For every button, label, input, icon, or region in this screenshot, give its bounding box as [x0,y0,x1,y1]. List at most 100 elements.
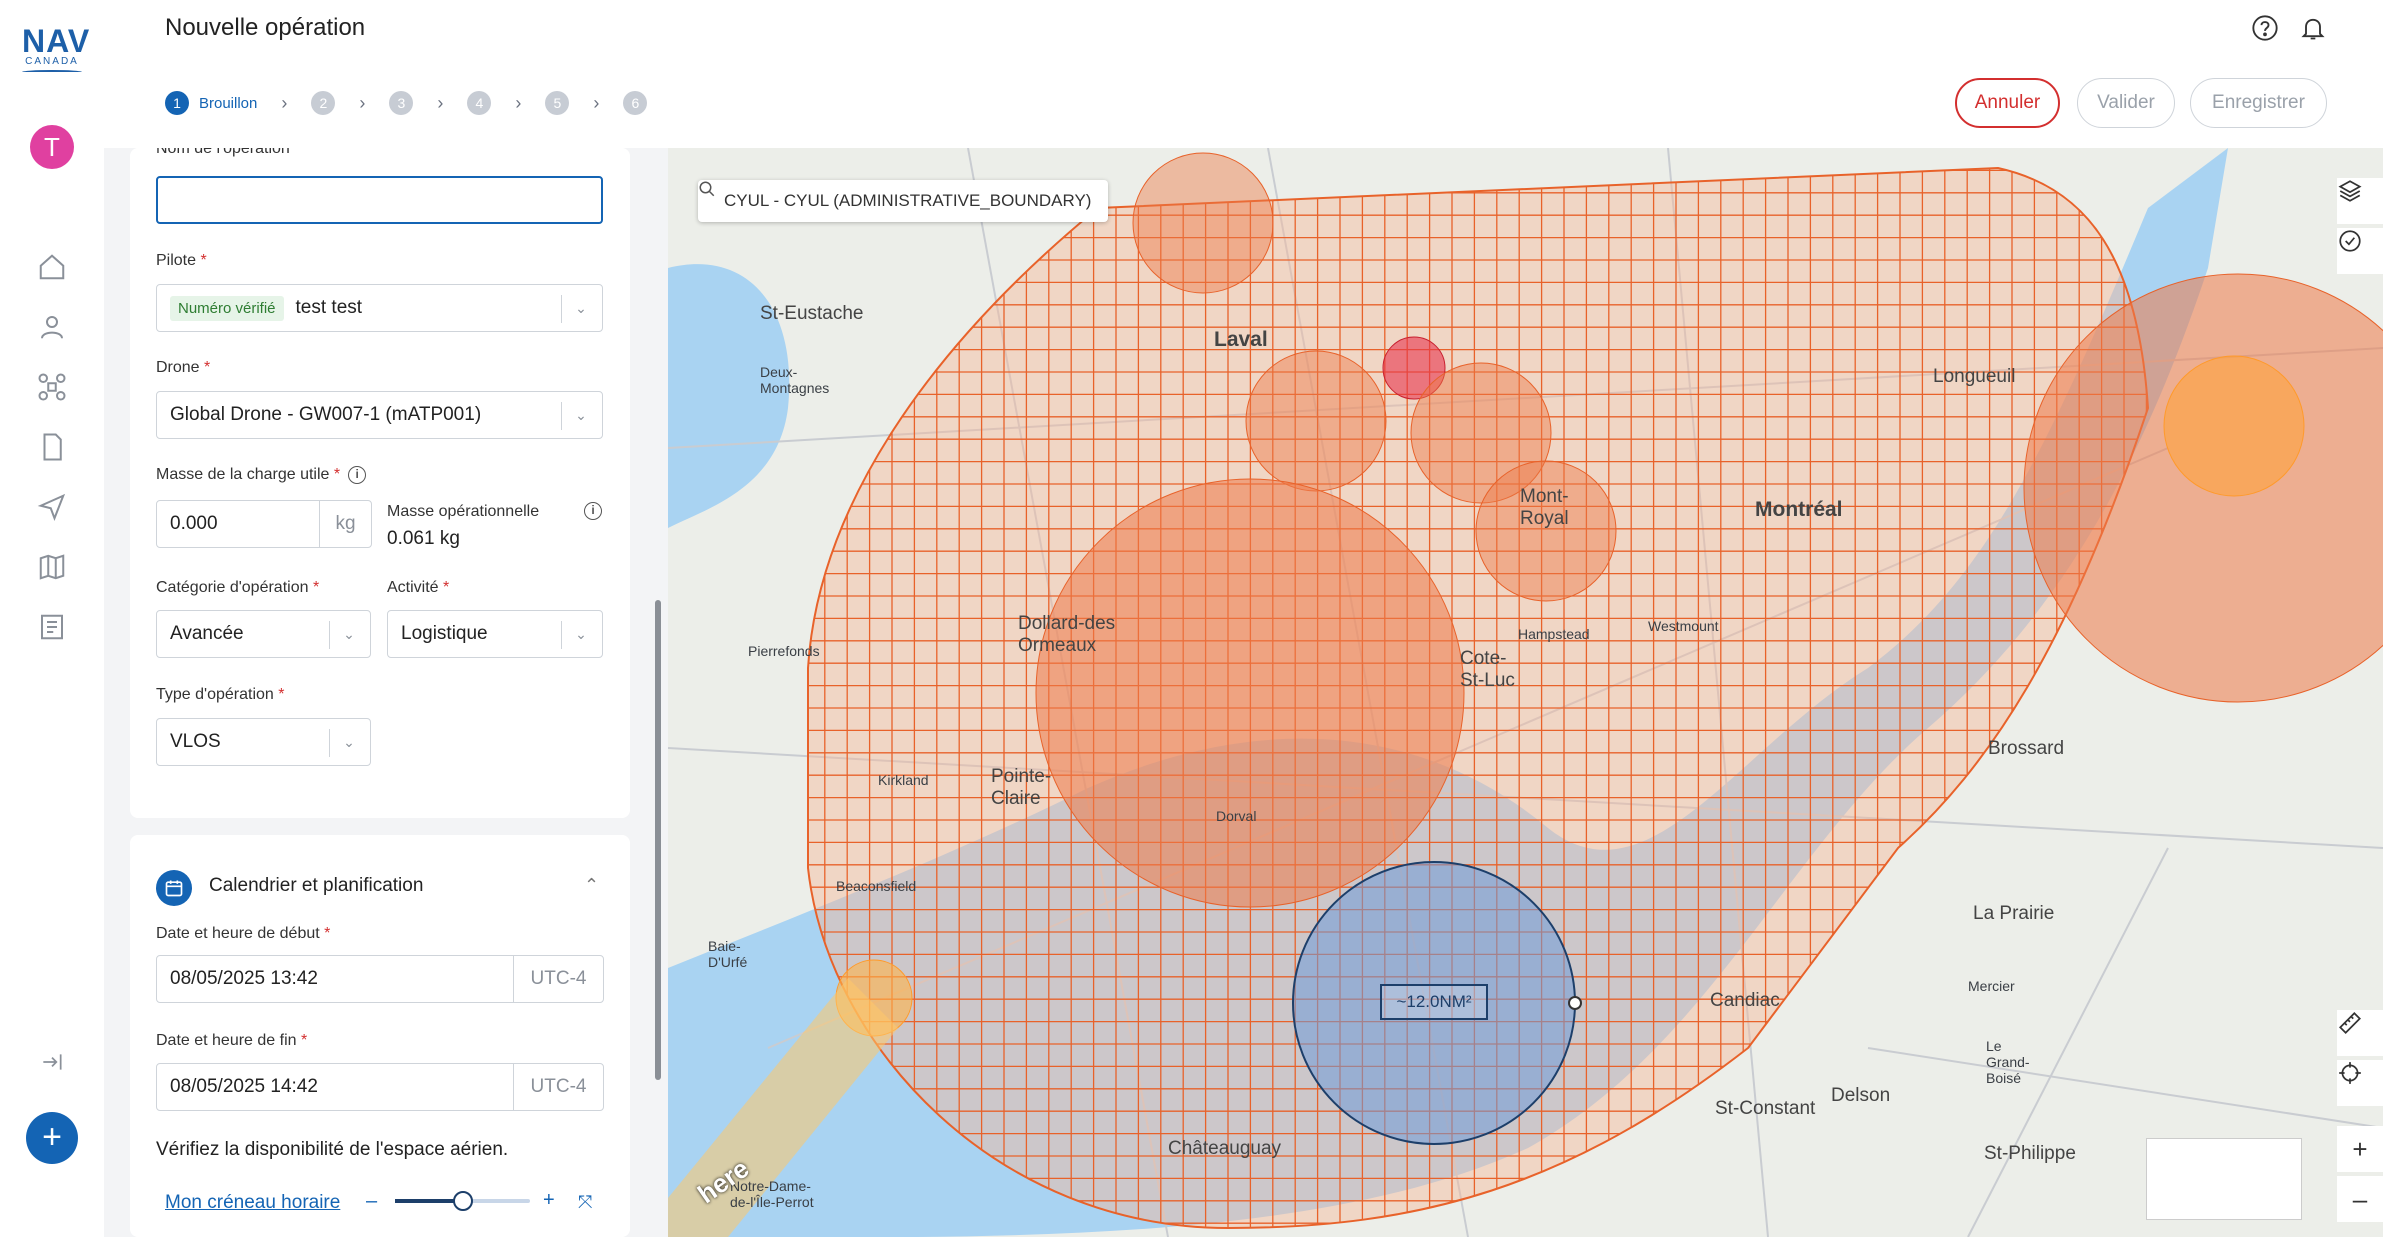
chevron-right-icon: › [437,92,444,113]
map-label-st-philippe: St-Philippe [1984,1143,2076,1164]
payload-value: 0.000 [170,513,218,534]
end-datetime-value: 08/05/2025 14:42 [170,1076,318,1097]
map-icon[interactable] [32,547,72,587]
document-icon[interactable] [32,427,72,467]
info-icon[interactable]: i [584,502,602,520]
drone-label-text: Drone [156,359,200,376]
dropdown-separator [561,621,562,649]
pilot-value: test test [295,297,363,318]
zoom-out-button[interactable]: – [366,1190,377,1213]
step-3[interactable]: 3 [389,91,414,115]
collapse-rail-icon[interactable] [32,1042,72,1082]
category-select[interactable]: Avancée ⌄ [156,610,371,658]
logbook-icon[interactable] [32,607,72,647]
activity-label: Activité * [387,579,449,597]
info-icon[interactable]: i [348,466,367,484]
panel-scrollbar[interactable] [655,600,661,1080]
validate-button[interactable]: Valider [2077,78,2175,128]
map-label-laval: Laval [1214,328,1268,351]
cancel-button[interactable]: Annuler [1955,78,2060,128]
time-slider-track[interactable] [395,1191,530,1211]
op-type-label-text: Type d'opération [156,686,274,703]
overview-minimap[interactable] [2146,1138,2302,1220]
verified-badge: Numéro vérifié [170,295,284,321]
expand-icon[interactable]: ⤧ [578,1192,592,1213]
map-search-field[interactable]: CYUL - CYUL (ADMINISTRATIVE_BOUNDARY) [698,180,1108,222]
map-label-montreal: Montréal [1755,498,1843,521]
map-label-kirkland: Kirkland [878,772,929,788]
start-datetime-value: 08/05/2025 13:42 [170,968,318,989]
schedule-title: Calendrier et planification [209,875,424,896]
map-label-deux-montagnes: Deux-Montagnes [760,364,830,396]
save-button[interactable]: Enregistrer [2190,78,2327,128]
add-button[interactable]: + [26,1112,78,1164]
drone-icon[interactable] [32,367,72,407]
drone-select[interactable]: Global Drone - GW007-1 (mATP001) ⌄ [156,391,603,439]
airspace-note: Vérifiez la disponibilité de l'espace aé… [156,1139,509,1160]
end-label-text: Date et heure de fin [156,1032,297,1049]
restricted-circle[interactable] [1245,350,1387,492]
help-icon[interactable] [2251,14,2279,42]
start-label: Date et heure de début * [156,925,330,943]
dropdown-separator [329,729,330,757]
category-label: Catégorie d'opération * [156,579,319,597]
end-datetime-input[interactable]: 08/05/2025 14:42 UTC-4 [156,1063,604,1111]
payload-label-text: Masse de la charge utile [156,466,330,484]
payload-input[interactable]: 0.000 kg [156,500,372,548]
step-number: 3 [389,91,414,115]
zoom-in-button[interactable]: + [543,1189,555,1212]
activity-select[interactable]: Logistique ⌄ [387,610,603,658]
step-label: Brouillon [199,94,258,112]
map-zoom-out-button[interactable]: – [2337,1176,2383,1222]
map-zoom-in-button[interactable]: + [2337,1126,2383,1172]
map-label-longueuil: Longueuil [1933,366,2016,387]
start-datetime-input[interactable]: 08/05/2025 13:42 UTC-4 [156,955,604,1003]
restricted-circle[interactable] [1475,460,1617,602]
op-name-input[interactable] [156,176,603,224]
category-value: Avancée [170,623,244,644]
map-label-candiac: Candiac [1710,990,1780,1011]
end-timezone: UTC-4 [513,1064,603,1110]
layers-icon[interactable] [2337,178,2383,224]
home-icon[interactable] [32,247,72,287]
restricted-circle[interactable] [1132,152,1274,294]
check-circle-icon[interactable] [2337,228,2383,274]
chevron-right-icon: › [515,92,522,113]
required-mark: * [301,1032,308,1049]
map-label-beaconsfield: Beaconsfield [836,878,917,894]
search-icon [699,181,715,197]
map-label-st-constant: St-Constant [1715,1098,1816,1119]
step-5[interactable]: 5 [545,91,570,115]
ruler-icon[interactable] [2337,1010,2383,1056]
pilot-select[interactable]: Numéro vérifié test test ⌄ [156,284,603,332]
user-icon[interactable] [32,307,72,347]
bell-icon[interactable] [2299,14,2327,42]
required-mark: * [204,359,211,376]
airport-circle[interactable] [1035,478,1465,908]
map[interactable]: CYUL - CYUL (ADMINISTRATIVE_BOUNDARY) La… [668,148,2383,1237]
stepper: 1 Brouillon › 2 › 3 › 4 › 5 › 6 [165,90,648,116]
crosshair-icon[interactable] [2337,1060,2383,1106]
chevron-down-icon: ⌄ [575,406,587,423]
step-2[interactable]: 2 [311,91,336,115]
nav-rail: NAV CANADA T + [0,0,104,1237]
step-6[interactable]: 6 [623,91,648,115]
map-search-value: CYUL - CYUL (ADMINISTRATIVE_BOUNDARY) [724,191,1092,210]
step-1[interactable]: 1 Brouillon [165,91,257,115]
step-4[interactable]: 4 [467,91,492,115]
radius-handle[interactable] [1568,996,1582,1010]
advisory-circle[interactable] [2163,355,2305,497]
time-slot-link[interactable]: Mon créneau horaire [165,1192,340,1214]
chevron-up-icon[interactable]: ⌃ [584,875,599,896]
map-canvas[interactable] [668,148,2383,1237]
avatar[interactable]: T [30,125,74,169]
map-label-pierrefonds: Pierrefonds [748,643,820,659]
activity-label-text: Activité [387,579,439,596]
map-label-dorval: Dorval [1216,808,1257,824]
required-mark: * [324,925,331,942]
nav-canada-logo[interactable]: NAV CANADA [22,25,89,74]
send-icon[interactable] [32,487,72,527]
map-label-westmount: Westmount [1648,618,1719,634]
op-type-select[interactable]: VLOS ⌄ [156,718,371,766]
time-slider-thumb[interactable] [452,1191,473,1211]
